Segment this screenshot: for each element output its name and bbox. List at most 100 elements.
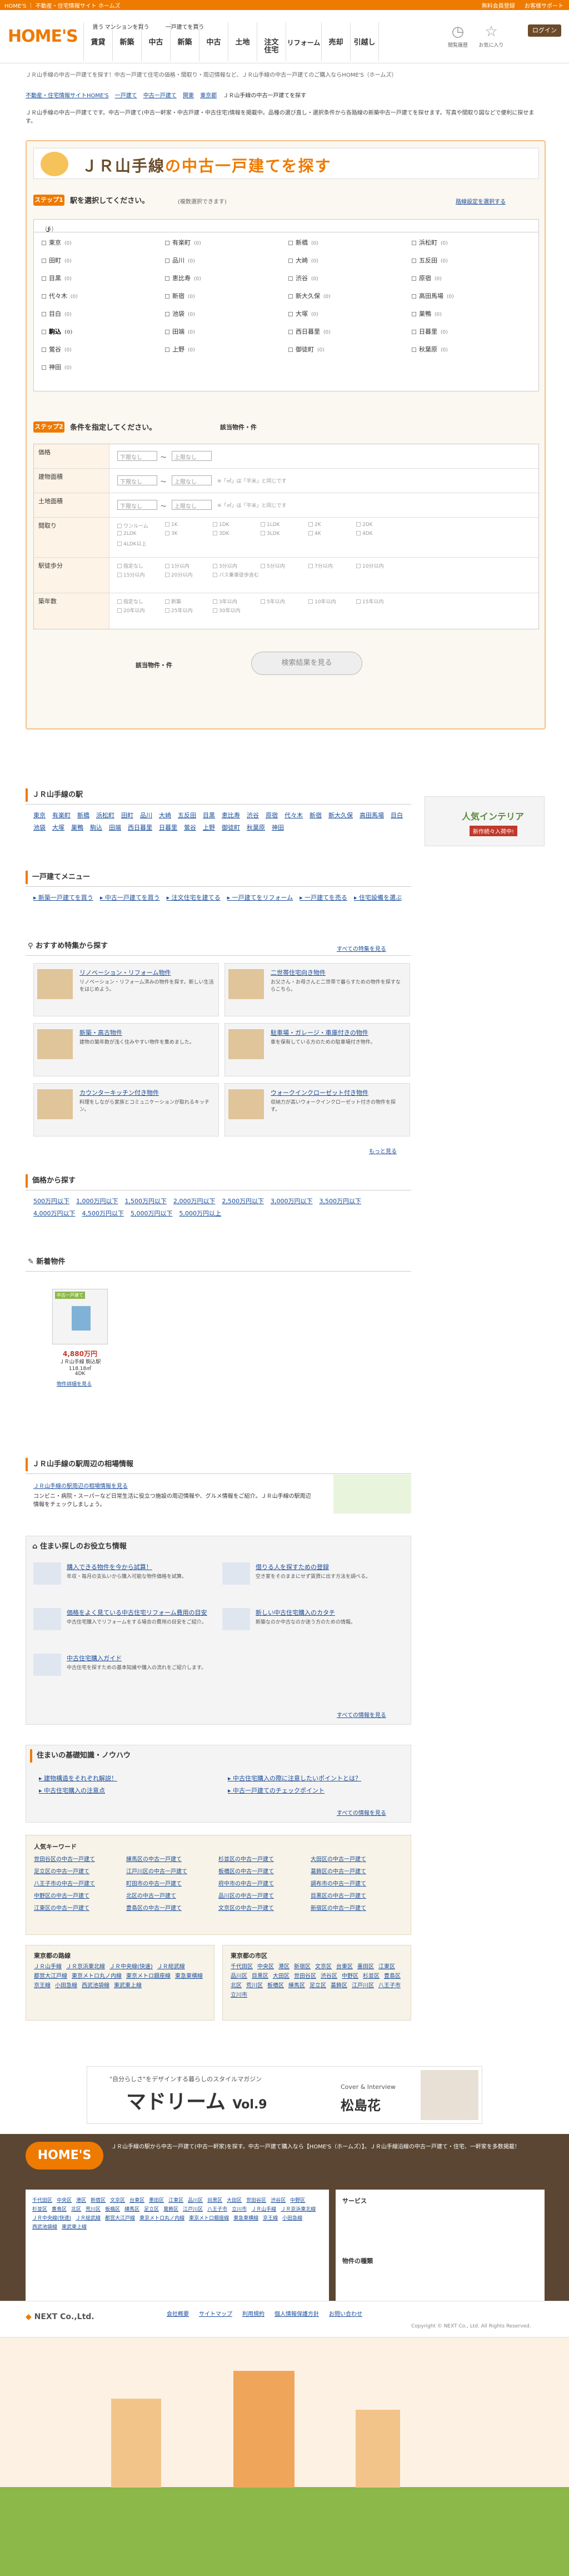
station-checkbox[interactable]: 有楽町 (0) xyxy=(165,238,201,247)
station-checkbox[interactable]: 秋葉原 (0) xyxy=(412,345,448,354)
option-checkbox[interactable]: 2DK xyxy=(356,522,373,528)
keyword-link[interactable]: 府中市の中古一戸建て xyxy=(218,1879,274,1887)
city-link[interactable]: 葛飾区 xyxy=(331,1982,347,1991)
railway-link[interactable]: ＪＲ中央線(快速) xyxy=(109,1963,153,1972)
station-checkbox[interactable]: 目黒 (0) xyxy=(42,274,72,282)
station-checkbox[interactable]: 新大久保 (0) xyxy=(288,291,331,300)
station-link[interactable]: 有楽町 xyxy=(52,810,71,822)
footer-link[interactable]: 大田区 xyxy=(227,2196,242,2205)
footer-logo[interactable]: HOME'S xyxy=(26,2142,103,2170)
breadcrumb-item[interactable]: 中古一戸建て xyxy=(143,93,177,99)
city-link[interactable]: 渋谷区 xyxy=(321,1972,337,1981)
station-link[interactable]: 代々木 xyxy=(284,810,303,822)
footer-link[interactable]: 板橋区 xyxy=(105,2205,120,2214)
option-checkbox[interactable]: 3年以内 xyxy=(213,598,237,605)
station-link[interactable]: 大塚 xyxy=(52,822,64,834)
railway-link[interactable]: ＪＲ京浜東北線 xyxy=(66,1963,105,1972)
option-checkbox[interactable]: ワンルーム xyxy=(117,522,148,529)
footer-link[interactable]: 小田急線 xyxy=(282,2214,302,2223)
nav-mansion-new[interactable]: マンションを買う 新築 xyxy=(105,22,149,61)
knowhow-more-link[interactable]: すべての情報を見る xyxy=(337,1808,386,1816)
station-link[interactable]: 恵比寿 xyxy=(222,810,240,822)
menu-link[interactable]: ▸ 一戸建てを売る xyxy=(300,892,347,904)
option-checkbox[interactable]: 15分以内 xyxy=(117,571,144,578)
footer-link[interactable]: 新宿区 xyxy=(91,2196,106,2205)
option-checkbox[interactable]: 30年以内 xyxy=(213,607,240,614)
footer-link[interactable]: ＪＲ総武線 xyxy=(76,2214,101,2223)
railway-link[interactable]: ＪＲ総武線 xyxy=(157,1963,185,1972)
special-card[interactable]: リノベーション・リフォーム物件 リノベーション・リフォーム済みの物件を探す。新しい… xyxy=(33,963,219,1016)
option-checkbox[interactable]: 新築 xyxy=(165,598,181,605)
footer-link[interactable]: ＪＲ京浜東北線 xyxy=(281,2205,316,2214)
station-checkbox[interactable]: 上野 (0) xyxy=(165,345,195,354)
station-link[interactable]: 新宿 xyxy=(310,810,322,822)
help-more-link[interactable]: すべての情報を見る xyxy=(337,1710,386,1719)
station-checkbox[interactable]: 御徒町 (0) xyxy=(288,345,325,354)
homes-logo[interactable]: HOME'S xyxy=(8,27,78,46)
nav-reform[interactable]: リフォーム xyxy=(286,22,321,61)
help-link[interactable]: 借りる人を探すための登録 xyxy=(256,1562,400,1571)
footer-link[interactable]: 文京区 xyxy=(110,2196,125,2205)
keyword-link[interactable]: 葛飾区の中古一戸建て xyxy=(311,1867,366,1875)
knowhow-link[interactable]: ▸ 中古住宅購入の注意点 xyxy=(39,1786,105,1795)
station-checkbox[interactable]: 高田馬場 (0) xyxy=(412,291,454,300)
help-link[interactable]: 中古住宅購入ガイド xyxy=(67,1654,211,1662)
city-link[interactable]: 目黒区 xyxy=(252,1972,268,1981)
station-checkbox[interactable]: 日暮里 (0) xyxy=(412,327,448,336)
keyword-link[interactable]: 足立区の中古一戸建て xyxy=(34,1867,89,1875)
station-checkbox[interactable]: 東京 (0) xyxy=(42,238,72,247)
station-checkbox[interactable]: 浜松町 (0) xyxy=(412,238,448,247)
corp-link[interactable]: サイトマップ xyxy=(199,2311,232,2317)
station-checkbox[interactable]: 大崎 (0) xyxy=(288,256,318,265)
keyword-link[interactable]: 町田市の中古一戸建て xyxy=(126,1879,182,1887)
city-link[interactable]: 荒川区 xyxy=(246,1982,263,1991)
footer-link[interactable]: 墨田区 xyxy=(149,2196,164,2205)
breadcrumb-item[interactable]: 不動産・住宅情報サイトHOME'S xyxy=(26,93,108,99)
price-link[interactable]: 4,000万円以下 xyxy=(33,1208,76,1220)
keyword-link[interactable]: 目黒区の中古一戸建て xyxy=(311,1891,366,1899)
station-link[interactable]: 田町 xyxy=(121,810,133,822)
special-card[interactable]: カウンターキッチン付き物件 料理をしながら家族とコミュニケーションが取れるキッチン… xyxy=(33,1083,219,1136)
option-checkbox[interactable]: 2LDK xyxy=(117,531,137,537)
station-checkbox[interactable]: 目白 (0) xyxy=(42,309,72,318)
station-link[interactable]: 目黒 xyxy=(203,810,215,822)
city-link[interactable]: 品川区 xyxy=(231,1972,247,1981)
footer-link[interactable]: 中野区 xyxy=(290,2196,305,2205)
station-link[interactable]: 渋谷 xyxy=(247,810,259,822)
special-card[interactable]: 二世帯住宅向き物件 お父さん・お母さんと二世帯で暮らすための物件を探すならこちら。 xyxy=(224,963,410,1016)
footer-link[interactable]: 中央区 xyxy=(57,2196,72,2205)
station-checkbox[interactable]: 駒込 (0) xyxy=(42,327,73,336)
railway-link[interactable]: ＪＲ山手線 xyxy=(34,1963,62,1972)
station-checkbox[interactable]: 巣鴨 (0) xyxy=(412,309,442,318)
footer-link[interactable]: 世田谷区 xyxy=(246,2196,266,2205)
menu-link[interactable]: ▸ 中古一戸建てを買う xyxy=(100,892,160,904)
station-link[interactable]: 神田 xyxy=(272,822,284,834)
footer-link[interactable]: ＪＲ山手線 xyxy=(251,2205,276,2214)
nav-house-used[interactable]: 中古 xyxy=(199,22,228,61)
city-link[interactable]: 港区 xyxy=(278,1963,290,1972)
option-checkbox[interactable]: 指定なし xyxy=(117,562,143,569)
station-link[interactable]: 巣鴨 xyxy=(71,822,83,834)
footer-link[interactable]: 杉並区 xyxy=(32,2205,47,2214)
city-link[interactable]: 文京区 xyxy=(315,1963,332,1972)
land-area-max-select[interactable]: 上限なし xyxy=(172,500,212,510)
keyword-link[interactable]: 世田谷区の中古一戸建て xyxy=(34,1854,95,1863)
footer-link[interactable]: 豊島区 xyxy=(52,2205,67,2214)
keyword-link[interactable]: 調布市の中古一戸建て xyxy=(311,1879,366,1887)
option-checkbox[interactable]: 3DK xyxy=(213,531,229,537)
option-checkbox[interactable]: 5分以内 xyxy=(261,562,285,569)
footer-link[interactable]: 京王線 xyxy=(263,2214,278,2223)
price-link[interactable]: 1,000万円以下 xyxy=(76,1195,118,1208)
option-checkbox[interactable]: 7分以内 xyxy=(308,562,333,569)
city-link[interactable]: 八王子市 xyxy=(378,1982,401,1991)
station-checkbox[interactable]: 池袋 (0) xyxy=(165,309,195,318)
station-checkbox[interactable]: 西日暮里 (0) xyxy=(288,327,331,336)
station-link[interactable]: 新大久保 xyxy=(328,810,353,822)
price-link[interactable]: 3,500万円以下 xyxy=(320,1195,362,1208)
footer-link[interactable]: 千代田区 xyxy=(32,2196,52,2205)
station-link[interactable]: 新橋 xyxy=(77,810,89,822)
area-info-link[interactable]: ＪＲ山手線の駅周辺の相場情報を見る xyxy=(33,1481,128,1490)
price-link[interactable]: 5,000万円以下 xyxy=(131,1208,173,1220)
breadcrumb-item[interactable]: 一戸建て xyxy=(115,93,137,99)
price-link[interactable]: 500万円以下 xyxy=(33,1195,69,1208)
